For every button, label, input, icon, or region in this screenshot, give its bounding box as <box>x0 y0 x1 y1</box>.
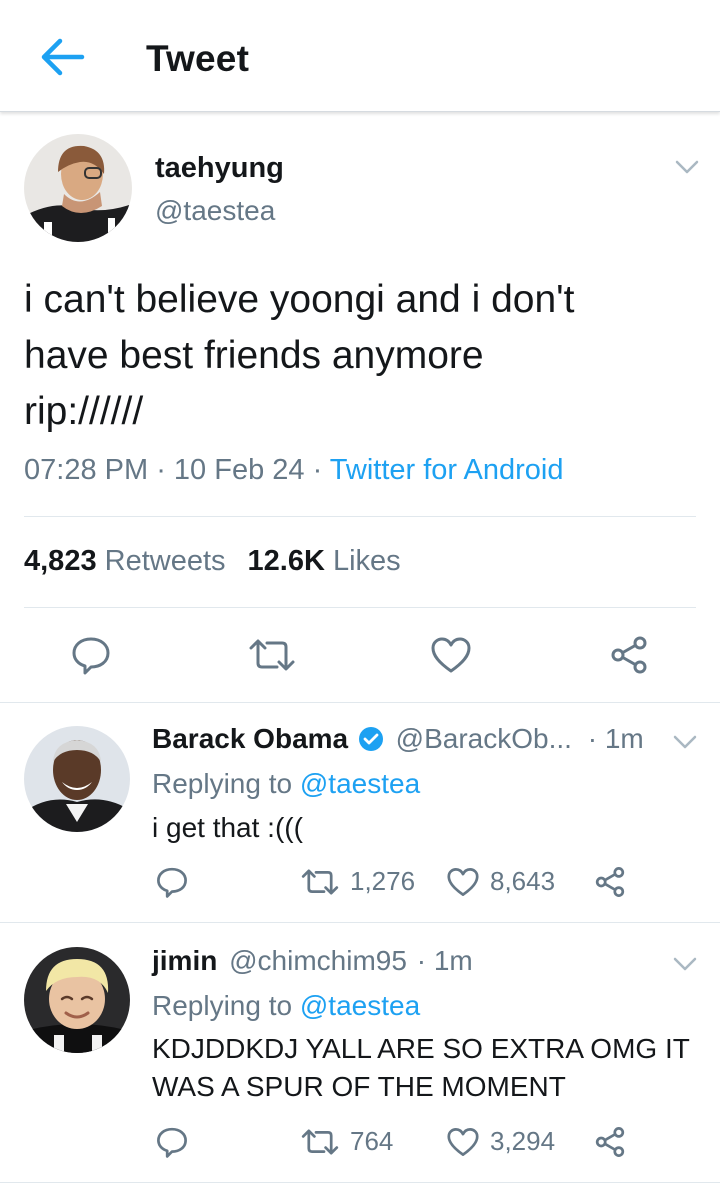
reply-header: jimin @chimchim95 · 1m <box>152 945 473 977</box>
share-button[interactable] <box>604 632 654 678</box>
reply-time: · 1m <box>416 945 473 976</box>
heart-icon <box>447 1127 479 1156</box>
tweet-text: i can't believe yoongi and i don't have … <box>24 278 575 433</box>
likes-stat[interactable]: 12.6K Likes <box>248 545 401 577</box>
replying-to: Replying to @taestea <box>152 768 420 800</box>
like-button[interactable]: 8,643 <box>446 866 555 897</box>
retweet-icon <box>249 639 295 671</box>
reply-button[interactable] <box>156 1126 188 1158</box>
reply-author-name[interactable]: jimin <box>152 945 217 976</box>
heart-icon <box>447 867 479 896</box>
arrow-left-icon <box>41 38 85 76</box>
share-button[interactable] <box>594 866 626 898</box>
author-name[interactable]: taehyung <box>155 152 284 185</box>
tweet-date: 10 Feb 24 <box>173 454 305 486</box>
share-icon <box>595 1127 625 1157</box>
like-button[interactable]: 3,294 <box>446 1126 555 1157</box>
reply-menu-button[interactable] <box>668 953 702 975</box>
retweet-count: 1,276 <box>350 866 416 896</box>
tweet-menu-button[interactable] <box>670 156 704 178</box>
tweet-source-link[interactable]: Twitter for Android <box>330 454 564 486</box>
like-count: 3,294 <box>490 1126 556 1156</box>
engagement-counts: 4,823 Retweets 12.6K Likes <box>24 545 401 578</box>
reply-button[interactable] <box>156 866 188 898</box>
reply-text: KDJDDKDJ YALL ARE SO EXTRA OMG IT WAS A … <box>152 1033 690 1102</box>
reply-author-handle[interactable]: @BarackOb... <box>396 723 572 754</box>
reply-icon <box>157 1127 187 1158</box>
retweet-button[interactable] <box>244 634 300 676</box>
heart-icon <box>431 637 471 673</box>
replying-to-link[interactable]: @taestea <box>300 990 420 1021</box>
retweet-button[interactable]: 1,276 <box>300 866 415 897</box>
retweet-count: 764 <box>350 1126 394 1156</box>
chevron-down-icon <box>673 957 697 971</box>
meta-separator: · <box>304 454 330 486</box>
divider <box>0 702 720 703</box>
reply-icon <box>157 867 187 898</box>
avatar-image <box>24 726 130 832</box>
reply-icon <box>72 637 110 675</box>
divider <box>24 516 696 517</box>
author-handle[interactable]: @taestea <box>155 195 275 227</box>
chevron-down-icon <box>675 160 699 174</box>
back-button[interactable] <box>36 34 88 80</box>
divider <box>24 607 696 608</box>
share-button[interactable] <box>594 1126 626 1158</box>
tweet-meta: 07:28 PM · 10 Feb 24 · Twitter for Andro… <box>24 454 564 487</box>
retweets-stat[interactable]: 4,823 Retweets <box>24 545 226 577</box>
reply-button[interactable] <box>66 632 116 678</box>
likes-count: 12.6K <box>247 545 325 577</box>
reply-text: i get that :((( <box>152 812 303 843</box>
avatar-image <box>24 134 132 242</box>
reply-menu-button[interactable] <box>668 731 702 753</box>
divider <box>0 1182 720 1183</box>
like-count: 8,643 <box>490 866 556 896</box>
divider <box>0 922 720 923</box>
verified-badge-icon <box>358 727 383 751</box>
like-button[interactable] <box>426 634 476 676</box>
reply-author-handle[interactable]: @chimchim95 <box>229 945 407 976</box>
retweets-count: 4,823 <box>24 545 97 577</box>
likes-label: Likes <box>332 545 401 577</box>
avatar[interactable] <box>24 134 132 242</box>
page-title: Tweet <box>146 38 250 79</box>
share-icon <box>611 636 647 674</box>
replying-label: Replying to <box>152 768 293 799</box>
avatar[interactable] <box>24 947 130 1053</box>
meta-separator: · <box>148 454 174 486</box>
replying-to: Replying to @taestea <box>152 990 420 1022</box>
reply-author-name[interactable]: Barack Obama <box>152 723 348 754</box>
chevron-down-icon <box>673 735 697 749</box>
replying-to-link[interactable]: @taestea <box>300 768 420 799</box>
tweet-time: 07:28 PM <box>24 454 149 486</box>
reply-header: Barack Obama @BarackOb... · 1m <box>152 723 644 755</box>
avatar[interactable] <box>24 726 130 832</box>
retweets-label: Retweets <box>104 545 226 577</box>
retweet-button[interactable]: 764 <box>300 1126 393 1157</box>
top-app-bar: Tweet <box>0 0 720 112</box>
retweet-icon <box>301 1128 339 1155</box>
reply-time: · 1m <box>587 723 644 754</box>
avatar-image <box>24 947 130 1053</box>
replying-label: Replying to <box>152 990 293 1021</box>
retweet-icon <box>301 868 339 895</box>
share-icon <box>595 867 625 897</box>
